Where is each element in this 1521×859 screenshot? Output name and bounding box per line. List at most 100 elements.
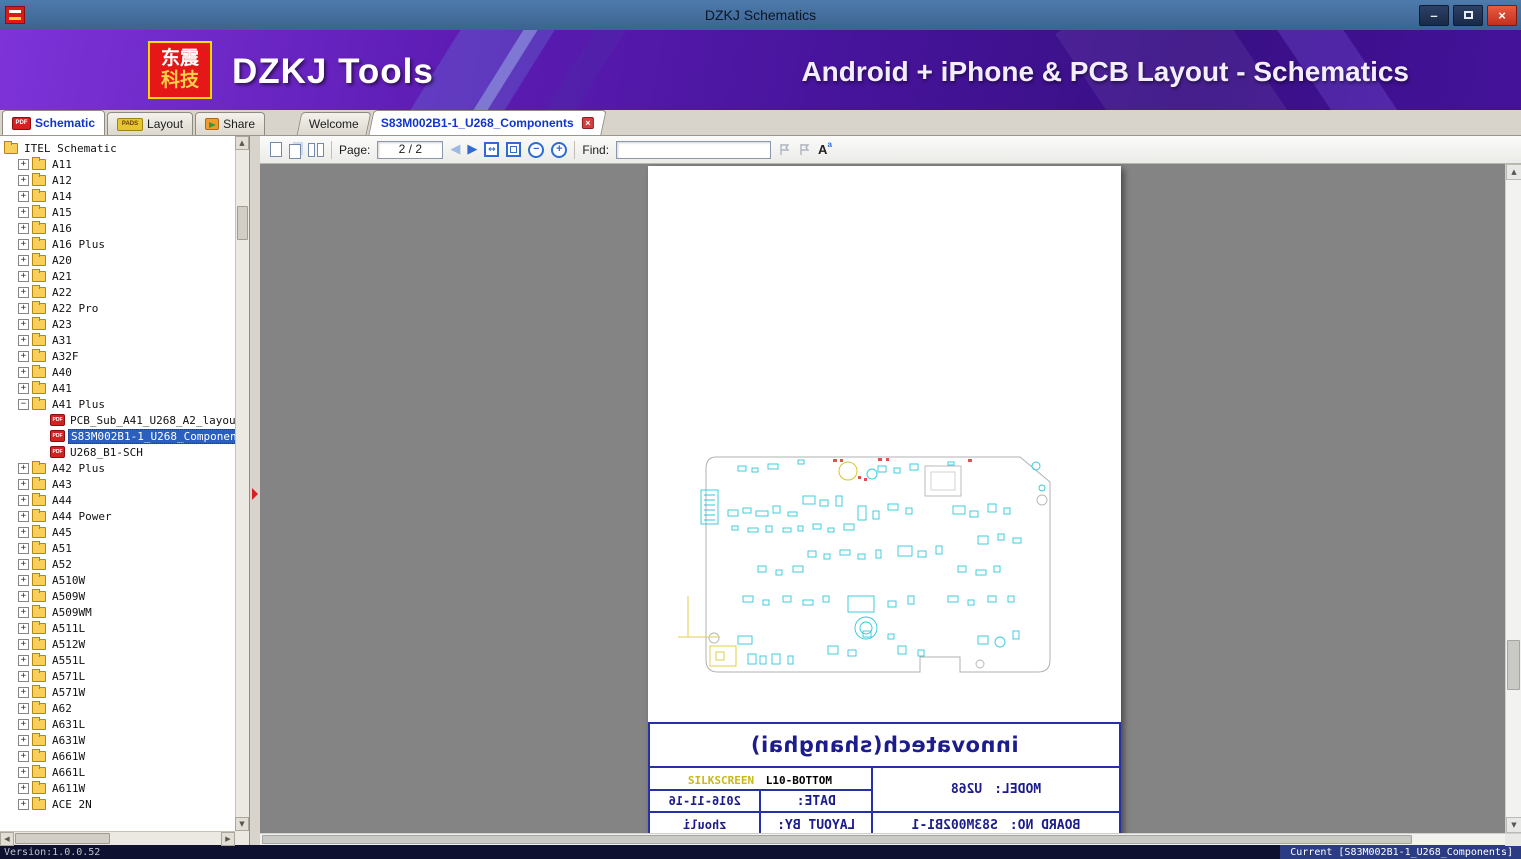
expand-icon[interactable]: + xyxy=(18,542,29,554)
tree-item[interactable]: + A14 xyxy=(0,188,235,204)
expand-icon[interactable]: + xyxy=(18,366,29,378)
tree-item[interactable]: + A551L xyxy=(0,652,235,668)
expand-icon[interactable]: + xyxy=(18,702,29,714)
expand-icon[interactable]: + xyxy=(18,350,29,362)
scroll-up-icon[interactable]: ▲ xyxy=(235,136,249,150)
next-page-button[interactable]: ▶ xyxy=(467,143,477,156)
expand-icon[interactable]: + xyxy=(18,590,29,602)
minimize-button[interactable]: – xyxy=(1419,4,1449,26)
zoom-out-button[interactable]: − xyxy=(528,141,545,158)
scrollbar-thumb[interactable] xyxy=(237,206,248,240)
sidebar-vertical-scrollbar[interactable]: ▲ ▼ xyxy=(235,136,249,831)
expand-icon[interactable]: + xyxy=(18,654,29,666)
expand-icon[interactable]: + xyxy=(18,222,29,234)
expand-icon[interactable]: + xyxy=(18,318,29,330)
tree-item[interactable]: + A16 xyxy=(0,220,235,236)
tree-item[interactable]: + A661W xyxy=(0,748,235,764)
close-button[interactable]: × xyxy=(1487,4,1517,26)
tree-item[interactable]: + A12 xyxy=(0,172,235,188)
expand-icon[interactable]: + xyxy=(18,734,29,746)
pdf-viewport[interactable]: innovatech(shanghai) MODEL: U268 SILKSCRE… xyxy=(260,164,1521,833)
expand-icon[interactable]: + xyxy=(18,606,29,618)
tree-item[interactable]: + A45 xyxy=(0,524,235,540)
tree-item[interactable]: + A11 xyxy=(0,156,235,172)
tab-share[interactable]: Share xyxy=(195,112,266,135)
scrollbar-thumb[interactable] xyxy=(262,835,1412,844)
expand-icon[interactable]: + xyxy=(18,462,29,474)
scroll-down-icon[interactable]: ▼ xyxy=(1506,817,1521,833)
expand-icon[interactable]: + xyxy=(18,382,29,394)
sidebar-horizontal-scrollbar[interactable]: ◀ ▶ xyxy=(0,831,235,846)
tree-item[interactable]: + A31 xyxy=(0,332,235,348)
expand-icon[interactable]: + xyxy=(18,686,29,698)
doc-tab-current[interactable]: S83M002B1-1_U268_Components × xyxy=(368,110,607,135)
fit-page-button[interactable] xyxy=(506,142,522,157)
facing-pages-button[interactable] xyxy=(308,142,324,157)
page-number-input[interactable]: 2 / 2 xyxy=(377,140,444,159)
pdf-vertical-scrollbar[interactable]: ▲ ▼ xyxy=(1505,164,1521,833)
expand-icon[interactable]: − xyxy=(18,398,29,410)
tree-item[interactable]: + A22 xyxy=(0,284,235,300)
expand-icon[interactable]: + xyxy=(18,750,29,762)
expand-icon[interactable]: + xyxy=(18,286,29,298)
expand-icon[interactable]: + xyxy=(18,526,29,538)
expand-icon[interactable]: + xyxy=(18,766,29,778)
single-page-view-button[interactable] xyxy=(270,142,282,157)
tree-item[interactable]: + A41 xyxy=(0,380,235,396)
scrollbar-thumb[interactable] xyxy=(15,833,110,844)
tree-item[interactable]: + A631L xyxy=(0,716,235,732)
expand-icon[interactable]: + xyxy=(18,254,29,266)
scrollbar-thumb[interactable] xyxy=(1507,640,1520,690)
expand-icon[interactable]: + xyxy=(18,510,29,522)
expand-icon[interactable]: + xyxy=(18,174,29,186)
collapse-arrow-icon[interactable] xyxy=(252,488,258,500)
tree-item[interactable]: + A511L xyxy=(0,620,235,636)
tree-item[interactable]: − A41 Plus xyxy=(0,396,235,412)
tree-root[interactable]: ITEL Schematic xyxy=(0,140,235,156)
tab-layout[interactable]: PADS Layout xyxy=(107,112,194,135)
tree-item[interactable]: + A631W xyxy=(0,732,235,748)
tree-item[interactable]: + A23 xyxy=(0,316,235,332)
doc-tab-welcome[interactable]: Welcome xyxy=(296,112,372,135)
tree-item[interactable]: + A51 xyxy=(0,540,235,556)
continuous-view-button[interactable] xyxy=(289,141,301,159)
scroll-up-icon[interactable]: ▲ xyxy=(1506,164,1521,180)
maximize-button[interactable] xyxy=(1453,4,1483,26)
expand-icon[interactable]: + xyxy=(18,270,29,282)
tree-item[interactable]: + A62 xyxy=(0,700,235,716)
expand-icon[interactable]: + xyxy=(18,798,29,810)
tab-close-icon[interactable]: × xyxy=(581,117,594,129)
tree-item[interactable]: + A509WM xyxy=(0,604,235,620)
expand-icon[interactable]: + xyxy=(18,574,29,586)
expand-icon[interactable]: + xyxy=(18,206,29,218)
expand-icon[interactable]: + xyxy=(18,190,29,202)
tree-item[interactable]: + A16 Plus xyxy=(0,236,235,252)
tree-item[interactable]: + A510W xyxy=(0,572,235,588)
tree-item[interactable]: + A571W xyxy=(0,684,235,700)
expand-icon[interactable]: + xyxy=(18,158,29,170)
expand-icon[interactable]: + xyxy=(18,302,29,314)
tree-item[interactable]: + A43 xyxy=(0,476,235,492)
fit-width-button[interactable]: ↔ xyxy=(484,142,500,157)
tree-item[interactable]: + A661L xyxy=(0,764,235,780)
expand-icon[interactable]: + xyxy=(18,494,29,506)
find-input[interactable] xyxy=(616,140,772,159)
expand-icon[interactable]: + xyxy=(18,558,29,570)
tree-item[interactable]: + A44 xyxy=(0,492,235,508)
expand-icon[interactable]: + xyxy=(18,622,29,634)
tree-item[interactable]: PDF S83M002B1-1_U268_Components xyxy=(0,428,235,444)
expand-icon[interactable]: + xyxy=(18,478,29,490)
scroll-right-icon[interactable]: ▶ xyxy=(221,832,235,846)
tree-item[interactable]: PDF U268_B1-SCH xyxy=(0,444,235,460)
tab-schematic[interactable]: PDF Schematic xyxy=(2,110,106,135)
tree-item[interactable]: + A509W xyxy=(0,588,235,604)
find-previous-button[interactable] xyxy=(778,143,791,156)
tree-item[interactable]: PDF PCB_Sub_A41_U268_A2_layout xyxy=(0,412,235,428)
tree-item[interactable]: + A44 Power xyxy=(0,508,235,524)
tree-item[interactable]: + A20 xyxy=(0,252,235,268)
tree-item[interactable]: + A15 xyxy=(0,204,235,220)
expand-icon[interactable]: + xyxy=(18,638,29,650)
tree-item[interactable]: + A40 xyxy=(0,364,235,380)
tree-item[interactable]: + A512W xyxy=(0,636,235,652)
expand-icon[interactable]: + xyxy=(18,238,29,250)
